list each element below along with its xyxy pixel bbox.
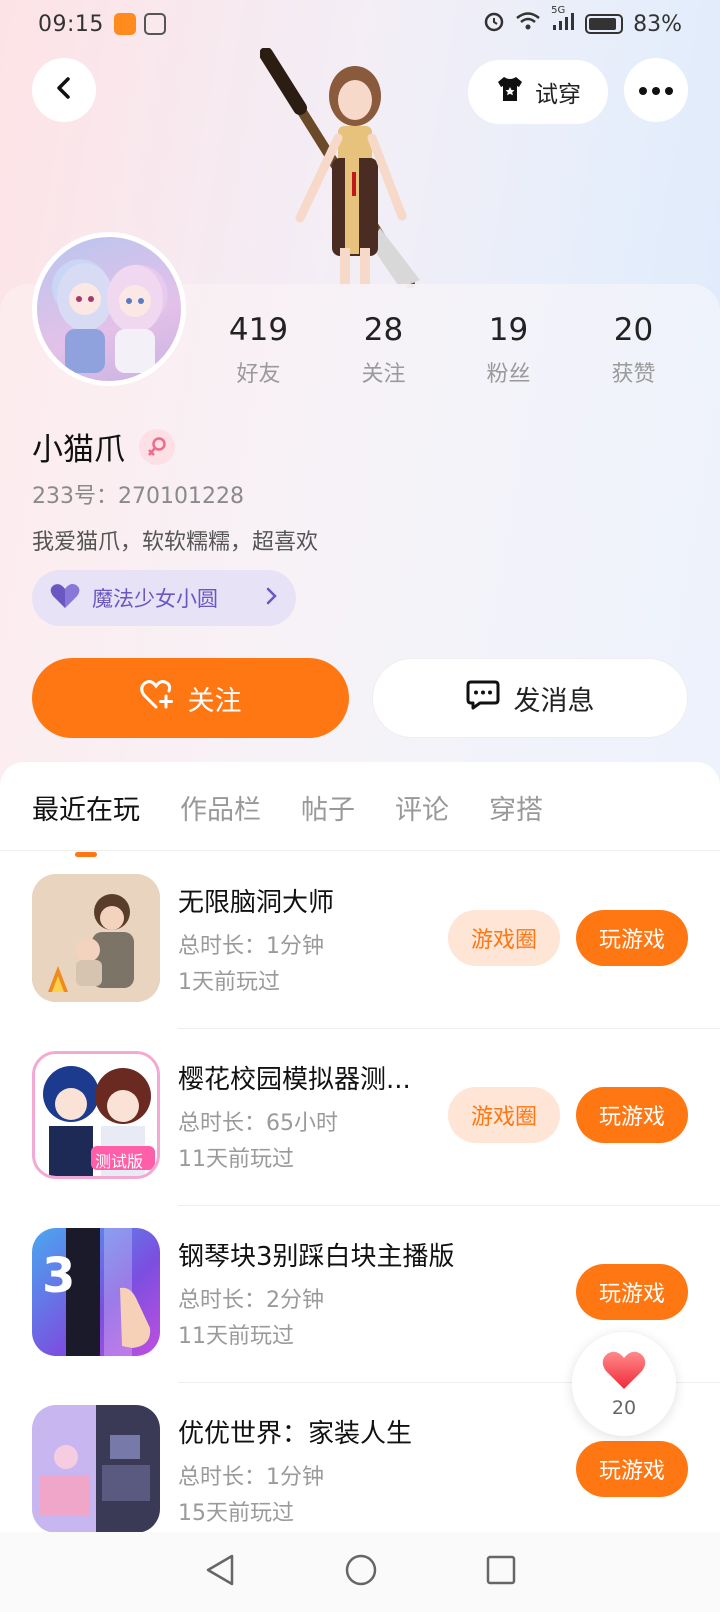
try-on-button[interactable]: 试穿 [468, 60, 608, 124]
profile-stats: 419 好友 28 关注 19 粉丝 20 获赞 [196, 312, 696, 388]
tab-outfits[interactable]: 穿搭 [489, 788, 543, 827]
tshirt-icon [495, 75, 525, 109]
game-title: 樱花校园模拟器测... [178, 1065, 411, 1095]
game-title: 钢琴块3别踩白块主播版 [178, 1242, 455, 1272]
game-last-played: 15天前玩过 [178, 1501, 294, 1526]
user-id: 233号：270101228 [32, 484, 244, 509]
try-on-label: 试穿 [535, 82, 581, 108]
game-icon-badge: 测试版 [95, 1152, 144, 1171]
tab-comments[interactable]: 评论 [395, 788, 449, 827]
game-circle-button[interactable]: 游戏圈 [448, 1087, 560, 1143]
more-options-button[interactable] [624, 58, 688, 122]
chat-bubble-icon [466, 680, 500, 717]
chevron-right-icon [266, 586, 278, 611]
battery-icon [585, 14, 624, 34]
tab-recently-played[interactable]: 最近在玩 [32, 788, 140, 827]
stat-likes[interactable]: 20 获赞 [571, 312, 696, 388]
hand-notification-icon [143, 13, 166, 35]
tab-posts[interactable]: 帖子 [301, 788, 355, 827]
profile-tabs: 最近在玩 作品栏 帖子 评论 穿搭 [32, 788, 543, 827]
follow-button[interactable]: 关注 [32, 658, 349, 738]
profile-name-row: 小猫爪 [32, 424, 175, 469]
game-duration: 总时长：65小时 [178, 1111, 338, 1136]
stat-label: 好友 [236, 362, 281, 387]
send-message-button[interactable]: 发消息 [372, 658, 688, 738]
system-navigation-bar [0, 1532, 720, 1612]
more-dots-icon [638, 81, 674, 100]
circle-tag-button[interactable]: 魔法少女小圆 [32, 570, 296, 626]
list-item[interactable]: 无限脑洞大师 总时长：1分钟 1天前玩过 游戏圈 玩游戏 [0, 852, 720, 1029]
game-icon-number: 3 [42, 1248, 76, 1304]
stat-value: 419 [228, 312, 289, 348]
battery-level: 83% [633, 11, 682, 37]
game-last-played: 11天前玩过 [178, 1324, 294, 1349]
stat-following[interactable]: 28 关注 [321, 312, 446, 388]
game-icon-youyou-world[interactable] [32, 1405, 160, 1533]
heart-icon [50, 583, 80, 614]
play-game-button[interactable]: 玩游戏 [576, 1264, 688, 1320]
stat-label: 获赞 [611, 362, 656, 387]
stat-fans[interactable]: 19 粉丝 [446, 312, 571, 388]
play-game-button[interactable]: 玩游戏 [576, 1087, 688, 1143]
status-bar: 09:15 5G 83% [0, 0, 720, 48]
circle-tag-label: 魔法少女小圆 [92, 587, 218, 611]
back-button[interactable] [32, 58, 96, 122]
play-game-button[interactable]: 玩游戏 [576, 910, 688, 966]
game-icon-brain-master[interactable] [32, 874, 160, 1002]
follow-label: 关注 [187, 685, 242, 717]
stat-value: 19 [488, 312, 529, 348]
stat-value: 20 [613, 312, 654, 348]
play-game-button[interactable]: 玩游戏 [576, 1441, 688, 1497]
alarm-icon [483, 10, 505, 38]
wifi-icon [515, 11, 541, 37]
game-duration: 总时长：1分钟 [178, 934, 324, 959]
stat-label: 粉丝 [486, 362, 531, 387]
list-item[interactable]: 测试版 樱花校园模拟器测... 总时长：65小时 11天前玩过 游戏圈 玩游戏 [0, 1029, 720, 1206]
stat-friends[interactable]: 419 好友 [196, 312, 321, 388]
nav-back-icon[interactable] [204, 1553, 236, 1591]
avatar-3d-character[interactable] [259, 47, 460, 289]
nav-home-icon[interactable] [344, 1553, 378, 1591]
game-last-played: 1天前玩过 [178, 970, 280, 995]
game-title: 优优世界：家装人生 [178, 1419, 413, 1449]
app-notification-icon [113, 13, 136, 35]
user-name: 小猫爪 [32, 432, 125, 468]
stat-value: 28 [363, 312, 404, 348]
game-icon-sakura-school[interactable]: 测试版 [32, 1051, 160, 1179]
game-duration: 总时长：1分钟 [178, 1465, 324, 1490]
game-icon-piano-tiles[interactable]: 3 [32, 1228, 160, 1356]
game-circle-button[interactable]: 游戏圈 [448, 910, 560, 966]
heart-plus-icon [139, 679, 174, 717]
nav-recents-icon[interactable] [486, 1555, 516, 1589]
user-avatar[interactable] [32, 232, 186, 386]
like-count: 20 [611, 1397, 637, 1419]
signal-icon: 5G [551, 5, 575, 37]
chevron-left-icon [51, 75, 77, 105]
heart-icon [601, 1349, 647, 1395]
female-gender-icon [139, 428, 175, 465]
network-type-label: 5G [551, 5, 566, 16]
tab-works[interactable]: 作品栏 [180, 788, 261, 827]
send-message-label: 发消息 [513, 685, 595, 717]
user-bio: 我爱猫爪，软软糯糯，超喜欢 [32, 530, 319, 555]
game-duration: 总时长：2分钟 [178, 1288, 324, 1313]
stat-label: 关注 [361, 362, 406, 387]
status-time: 09:15 [38, 11, 104, 37]
tabs-divider [0, 850, 720, 851]
floating-like-button[interactable]: 20 [572, 1332, 676, 1436]
game-last-played: 11天前玩过 [178, 1147, 294, 1172]
game-title: 无限脑洞大师 [178, 888, 335, 918]
